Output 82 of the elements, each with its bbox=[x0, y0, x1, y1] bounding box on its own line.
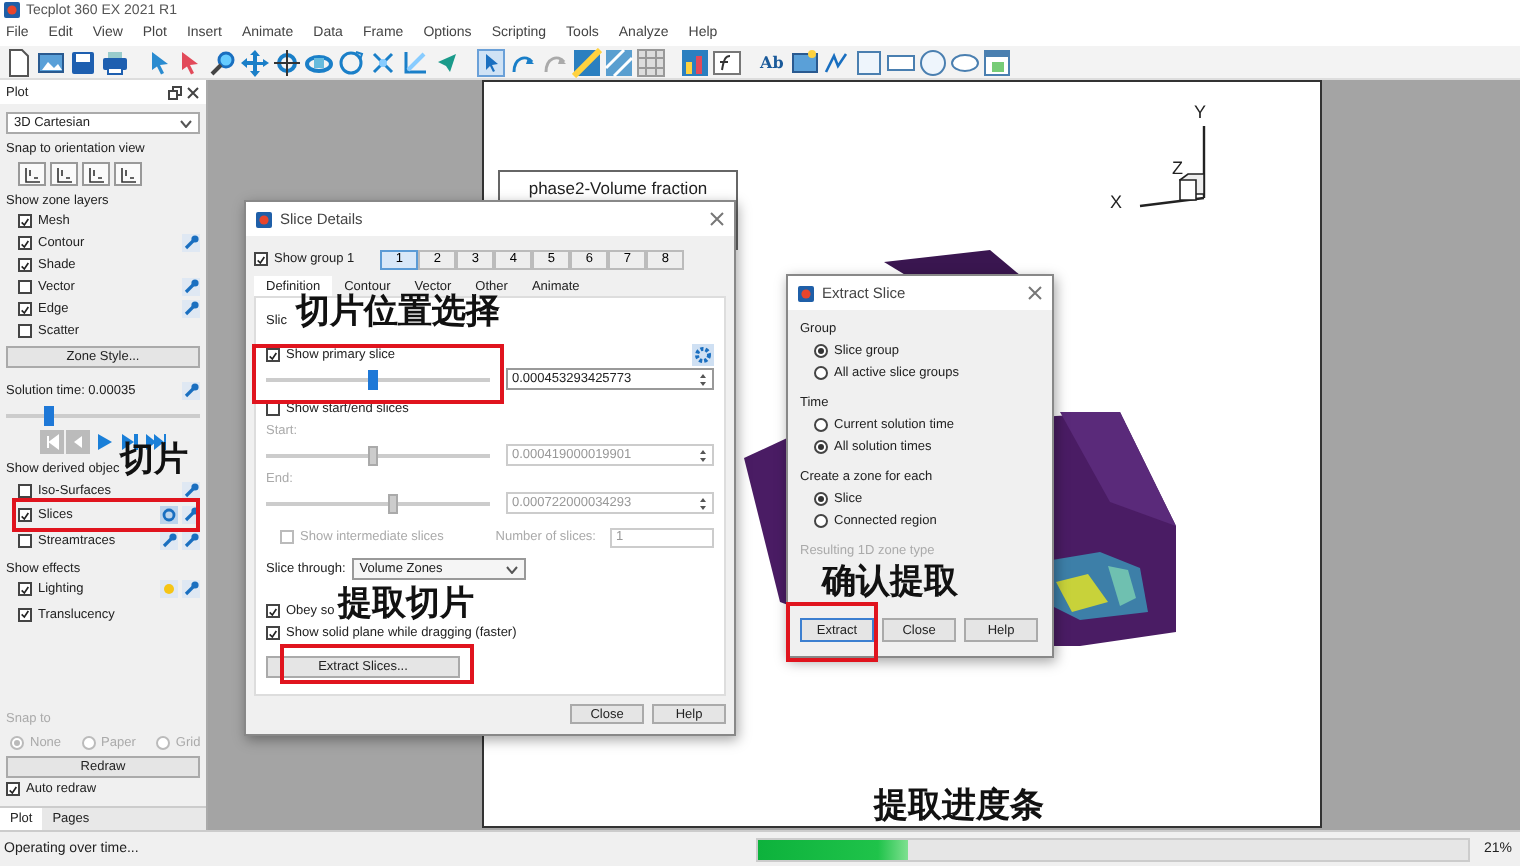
float-icon[interactable] bbox=[168, 85, 182, 99]
checkbox[interactable] bbox=[266, 626, 280, 640]
picture-icon[interactable] bbox=[36, 47, 66, 77]
axis-label: Z bbox=[1172, 158, 1183, 178]
chart-icon[interactable] bbox=[680, 47, 710, 77]
save-icon[interactable] bbox=[68, 47, 98, 77]
window-icon[interactable] bbox=[981, 47, 1012, 77]
checkbox[interactable] bbox=[254, 252, 268, 266]
axes-icon bbox=[54, 165, 74, 183]
print-icon[interactable] bbox=[100, 47, 130, 77]
text-tool-button[interactable]: Ab bbox=[756, 52, 788, 72]
annotation-label: 提取切片 bbox=[338, 588, 474, 622]
slider-thumb[interactable] bbox=[44, 406, 55, 426]
wrench-icon[interactable] bbox=[182, 580, 200, 599]
checkbox[interactable] bbox=[18, 258, 32, 272]
checkbox[interactable] bbox=[18, 483, 32, 498]
formula-icon[interactable] bbox=[712, 47, 742, 77]
contour-icon[interactable] bbox=[572, 47, 602, 77]
caret-icon bbox=[180, 119, 192, 127]
check-icon bbox=[20, 509, 30, 522]
axes-icon bbox=[118, 165, 138, 183]
circle-icon[interactable] bbox=[917, 47, 948, 77]
close-icon[interactable] bbox=[186, 85, 200, 99]
magnifier-icon[interactable] bbox=[208, 47, 238, 77]
move-icon[interactable] bbox=[240, 47, 270, 77]
slider[interactable] bbox=[266, 445, 490, 465]
slider[interactable] bbox=[266, 369, 490, 389]
checkbox[interactable] bbox=[18, 214, 32, 228]
orientation-button[interactable] bbox=[50, 162, 78, 186]
close-icon[interactable] bbox=[1028, 286, 1042, 300]
checkbox[interactable] bbox=[18, 533, 32, 548]
highlight-box bbox=[786, 602, 878, 662]
checkbox[interactable] bbox=[6, 782, 20, 796]
radio-button[interactable] bbox=[814, 344, 828, 358]
checkbox[interactable] bbox=[18, 236, 32, 250]
checkbox[interactable] bbox=[18, 508, 32, 523]
check-icon bbox=[256, 253, 266, 265]
annotation-label: 提取进度条 bbox=[874, 790, 1044, 824]
axes-icon bbox=[86, 165, 106, 183]
grid-icon[interactable] bbox=[636, 47, 666, 77]
slider-thumb[interactable] bbox=[367, 369, 378, 389]
radio-button[interactable] bbox=[814, 418, 828, 432]
slider[interactable] bbox=[266, 493, 490, 513]
app-icon bbox=[4, 2, 20, 18]
caret-icon bbox=[505, 565, 518, 573]
orientation-button[interactable] bbox=[18, 162, 46, 186]
checkbox[interactable] bbox=[18, 324, 32, 338]
axis-label: X bbox=[1110, 192, 1123, 212]
slider[interactable] bbox=[6, 406, 200, 426]
wrench-icon[interactable] bbox=[182, 381, 200, 399]
close-icon[interactable] bbox=[710, 212, 724, 226]
orientation-button[interactable] bbox=[82, 162, 110, 186]
checkbox[interactable] bbox=[18, 280, 32, 294]
app-icon bbox=[798, 285, 814, 301]
wrench-icon[interactable] bbox=[182, 481, 200, 500]
radio-button[interactable] bbox=[814, 440, 828, 454]
app-icon bbox=[256, 211, 272, 227]
annotation-label: 确认提取 bbox=[822, 566, 958, 600]
axis-label: Y bbox=[1194, 102, 1207, 122]
square-icon[interactable] bbox=[853, 47, 884, 77]
checkbox[interactable] bbox=[18, 302, 32, 316]
checkbox[interactable] bbox=[18, 607, 32, 622]
annotation-label: 切片 bbox=[120, 444, 188, 478]
radio-button[interactable] bbox=[814, 492, 828, 506]
check-icon bbox=[268, 349, 278, 361]
axes-icon bbox=[22, 165, 42, 183]
wrench-icon[interactable] bbox=[182, 234, 200, 252]
radio-button[interactable] bbox=[814, 366, 828, 380]
orientation-button[interactable] bbox=[114, 162, 142, 186]
radio-button[interactable] bbox=[814, 514, 828, 528]
spinner-icon[interactable] bbox=[698, 371, 708, 387]
picture-icon[interactable] bbox=[789, 47, 820, 77]
check-icon bbox=[8, 783, 18, 795]
gear-icon[interactable] bbox=[692, 344, 714, 366]
checkbox[interactable] bbox=[18, 582, 32, 597]
wrench-icon[interactable] bbox=[182, 278, 200, 296]
checkbox[interactable] bbox=[266, 348, 280, 362]
check-icon bbox=[20, 303, 30, 315]
wrench-icon[interactable] bbox=[182, 300, 200, 318]
gear-icon[interactable] bbox=[160, 506, 178, 525]
checkbox[interactable] bbox=[266, 604, 280, 618]
annotation-label: 切片位置选择 bbox=[296, 296, 500, 330]
